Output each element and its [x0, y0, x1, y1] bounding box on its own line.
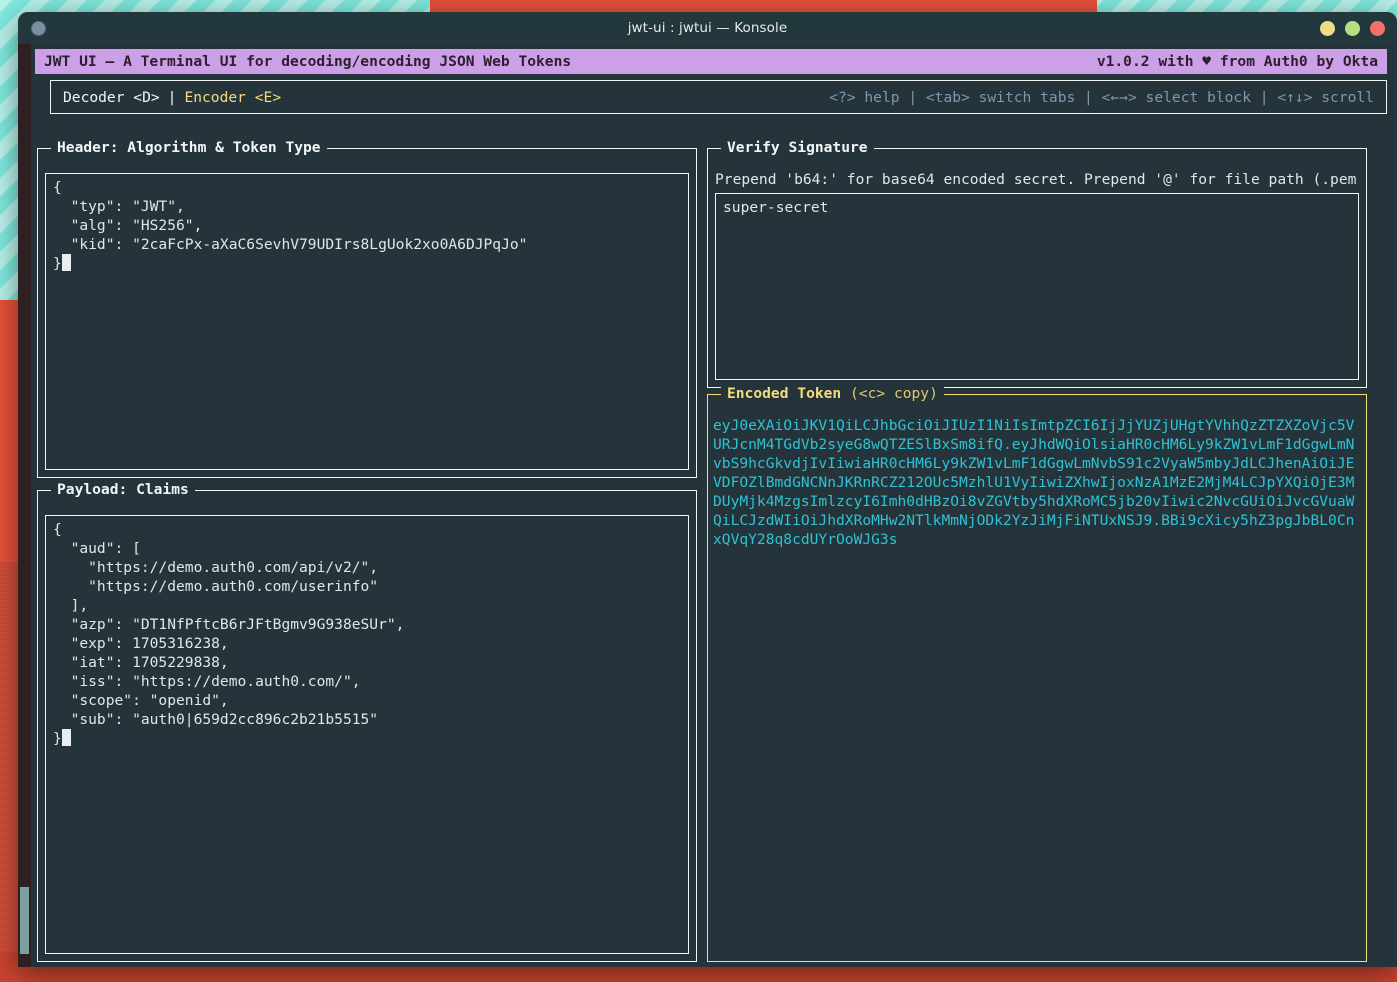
close-button[interactable] [1370, 21, 1385, 36]
panel-header-algorithm-token-type[interactable]: Header: Algorithm & Token Type { "typ": … [37, 138, 697, 478]
keybind-hints: <?> help | <tab> switch tabs | <←→> sele… [829, 88, 1374, 106]
tab-list: Decoder <D> | Encoder <E> [63, 88, 281, 107]
panel-title-signature: Verify Signature [721, 138, 874, 157]
tab-decoder[interactable]: Decoder <D> [63, 88, 160, 107]
jwt-ui-app: JWT UI – A Terminal UI for decoding/enco… [31, 44, 1397, 967]
minimize-button[interactable] [1320, 21, 1335, 36]
app-version-credit: v1.0.2 with ♥ from Auth0 by Okta [1096, 53, 1378, 70]
app-header-bar: JWT UI – A Terminal UI for decoding/enco… [35, 49, 1387, 74]
header-json-textarea[interactable]: { "typ": "JWT", "alg": "HS256", "kid": "… [45, 173, 689, 470]
payload-json-textarea[interactable]: { "aud": [ "https://demo.auth0.com/api/v… [45, 515, 689, 954]
terminal-scrollbar[interactable] [18, 44, 31, 967]
text-cursor [61, 254, 71, 271]
panel-title-header: Header: Algorithm & Token Type [51, 138, 327, 157]
konsole-window: jwt-ui : jwtui — Konsole JWT UI – A Term… [18, 12, 1397, 967]
panel-title-token: Encoded Token (<c> copy) [721, 384, 944, 403]
signature-secret-value: super-secret [723, 199, 829, 216]
tab-separator: | [167, 88, 177, 106]
app-title: JWT UI – A Terminal UI for decoding/enco… [44, 53, 572, 70]
window-title: jwt-ui : jwtui — Konsole [627, 20, 788, 36]
terminal-viewport: JWT UI – A Terminal UI for decoding/enco… [18, 44, 1397, 967]
encoded-token-value[interactable]: eyJ0eXAiOiJKV1QiLCJhbGciOiJIUzI1NiIsImtp… [713, 416, 1361, 956]
signature-secret-input[interactable]: super-secret [715, 193, 1359, 380]
panel-title-payload: Payload: Claims [51, 480, 195, 499]
maximize-button[interactable] [1345, 21, 1360, 36]
window-menu-icon[interactable] [31, 21, 46, 36]
window-controls [1320, 21, 1385, 36]
panel-title-token-label: Encoded Token [727, 385, 842, 402]
text-cursor [61, 729, 71, 746]
copy-hint[interactable]: (<c> copy) [841, 385, 938, 402]
window-titlebar[interactable]: jwt-ui : jwtui — Konsole [18, 12, 1397, 44]
header-json-text: { "typ": "JWT", "alg": "HS256", "kid": "… [53, 179, 528, 272]
panel-encoded-token[interactable]: Encoded Token (<c> copy) eyJ0eXAiOiJKV1Q… [707, 384, 1367, 962]
terminal-scrollbar-thumb[interactable] [20, 887, 29, 954]
panel-verify-signature[interactable]: Verify Signature Prepend 'b64:' for base… [707, 138, 1367, 388]
tab-encoder[interactable]: Encoder <E> [184, 88, 281, 107]
payload-json-text: { "aud": [ "https://demo.auth0.com/api/v… [53, 521, 405, 747]
signature-hint-text: Prepend 'b64:' for base64 encoded secret… [715, 171, 1357, 188]
panel-payload-claims[interactable]: Payload: Claims { "aud": [ "https://demo… [37, 480, 697, 962]
navigation-bar: Decoder <D> | Encoder <E> <?> help | <ta… [50, 80, 1387, 114]
